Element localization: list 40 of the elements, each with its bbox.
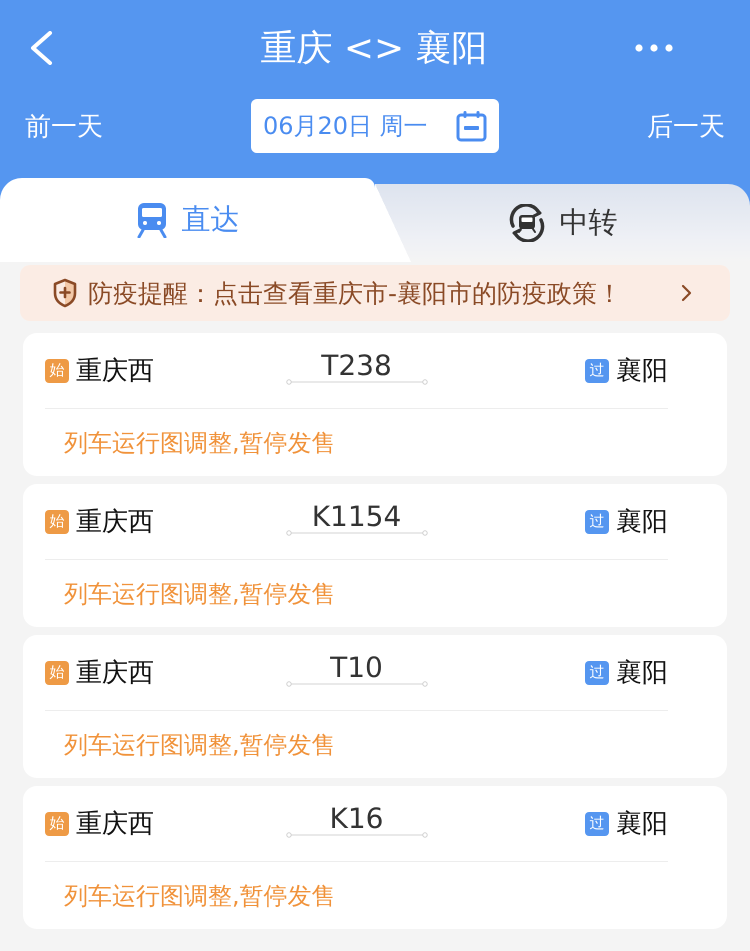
shield-plus-icon — [52, 278, 78, 308]
more-button[interactable] — [635, 44, 673, 52]
train-number: K1154 — [312, 502, 402, 532]
more-icon — [635, 44, 673, 52]
status-text: 列车运行图调整,暂停发售 — [64, 428, 336, 458]
train-front-icon — [136, 202, 168, 238]
station-type-tag: 过 — [585, 812, 609, 836]
chevron-left-icon — [28, 31, 54, 65]
station-name: 襄阳 — [616, 808, 668, 841]
station-type-tag: 始 — [45, 510, 69, 534]
train-transfer-icon — [508, 204, 546, 242]
station-name: 襄阳 — [616, 355, 668, 388]
status-text: 列车运行图调整,暂停发售 — [64, 730, 336, 760]
notice-banner[interactable]: 防疫提醒：点击查看重庆市-襄阳市的防疫政策！ — [20, 265, 730, 321]
train-number: T10 — [330, 653, 383, 683]
train-card[interactable]: 始 重庆西 T10 过 襄阳 列车运行图调整,暂停发售 — [23, 635, 727, 778]
station-type-tag: 始 — [45, 660, 69, 684]
train-number: K16 — [330, 804, 384, 834]
station-type-tag: 过 — [585, 358, 609, 382]
back-button[interactable] — [28, 31, 54, 65]
station-name: 襄阳 — [616, 506, 668, 539]
station-type-tag: 过 — [585, 660, 609, 684]
train-card[interactable]: 始 重庆西 K16 过 襄阳 列车运行图调整,暂停发售 — [23, 786, 727, 929]
station-type-tag: 始 — [45, 358, 69, 382]
station-name: 重庆西 — [76, 506, 154, 539]
station-name: 襄阳 — [616, 657, 668, 690]
status-text: 列车运行图调整,暂停发售 — [64, 578, 336, 610]
station-name: 重庆西 — [76, 355, 154, 388]
status-text: 列车运行图调整,暂停发售 — [64, 880, 336, 912]
route-title: 重庆 <> 襄阳 — [260, 26, 488, 70]
chevron-right-icon — [681, 284, 692, 302]
calendar-icon — [456, 110, 487, 142]
station-type-tag: 过 — [585, 510, 609, 534]
train-card[interactable]: 始 重庆西 T238 过 襄阳 列车运行图调整,暂停发售 — [23, 333, 727, 476]
tab[interactable]: 中转 — [375, 184, 750, 262]
train-number: T238 — [321, 351, 392, 381]
station-name: 重庆西 — [76, 808, 154, 841]
station-name: 重庆西 — [76, 657, 154, 690]
station-type-tag: 始 — [45, 812, 69, 836]
train-card[interactable]: 始 重庆西 K1154 过 襄阳 列车运行图调整,暂停发售 — [23, 484, 727, 627]
